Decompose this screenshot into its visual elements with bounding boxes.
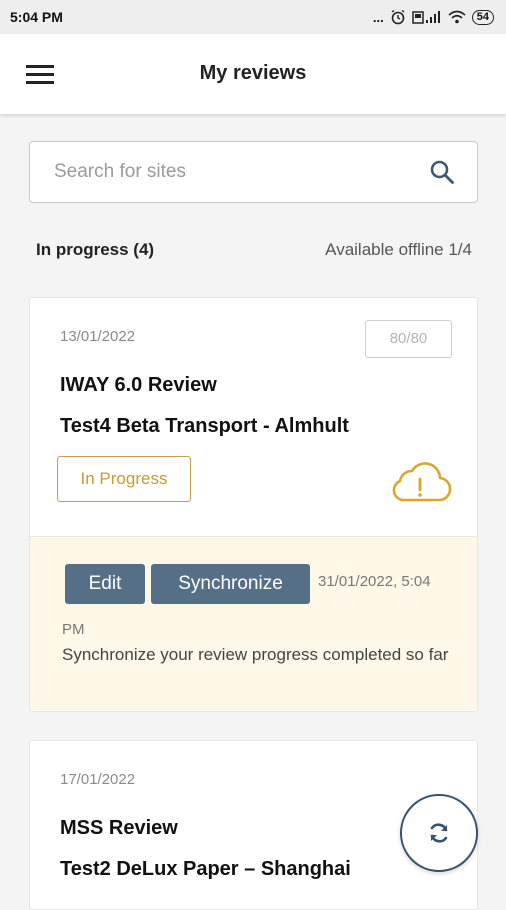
page-title: My reviews [199,62,307,84]
search-icon[interactable] [429,159,455,185]
status-icons: ... 54 [373,9,494,25]
search-box [29,141,478,203]
status-badge: In Progress [57,456,191,502]
wifi-icon [448,10,466,24]
battery-indicator: 54 [471,9,494,25]
review-date: 13/01/2022 [60,328,136,345]
signal-icon [412,11,440,24]
refresh-button[interactable] [400,794,478,872]
status-bar: 5:04 PM ... 54 [0,0,506,34]
sync-footer: Edit Synchronize 31/01/2022, 5:04 PM Syn… [30,536,477,711]
in-progress-heading: In progress (4) [36,240,155,259]
status-time: 5:04 PM [10,9,63,25]
site-name: Test2 DeLux Paper – Shanghai [60,858,351,880]
review-name: IWAY 6.0 Review [60,374,217,396]
cloud-warning-icon [392,462,452,502]
review-name: MSS Review [60,817,178,839]
score-badge: 80/80 [365,320,452,358]
edit-button[interactable]: Edit [65,564,145,604]
alarm-icon [391,9,405,25]
more-indicators-icon: ... [372,9,384,25]
review-date: 17/01/2022 [60,771,136,788]
site-name: Test4 Beta Transport - Almhult [60,415,349,437]
refresh-icon [430,823,448,843]
offline-availability: Available offline 1/4 [325,240,472,259]
search-input[interactable] [54,161,429,183]
sync-date: 31/01/2022, 5:04 [318,573,431,590]
app-bar: My reviews [0,34,506,114]
section-header: In progress (4) Available offline 1/4 [36,240,472,260]
synchronize-button[interactable]: Synchronize [151,564,310,604]
sync-date-suffix: PM [62,621,85,638]
review-card[interactable]: 13/01/2022 80/80 IWAY 6.0 Review Test4 B… [29,297,478,712]
sync-message: Synchronize your review progress complet… [62,645,449,664]
